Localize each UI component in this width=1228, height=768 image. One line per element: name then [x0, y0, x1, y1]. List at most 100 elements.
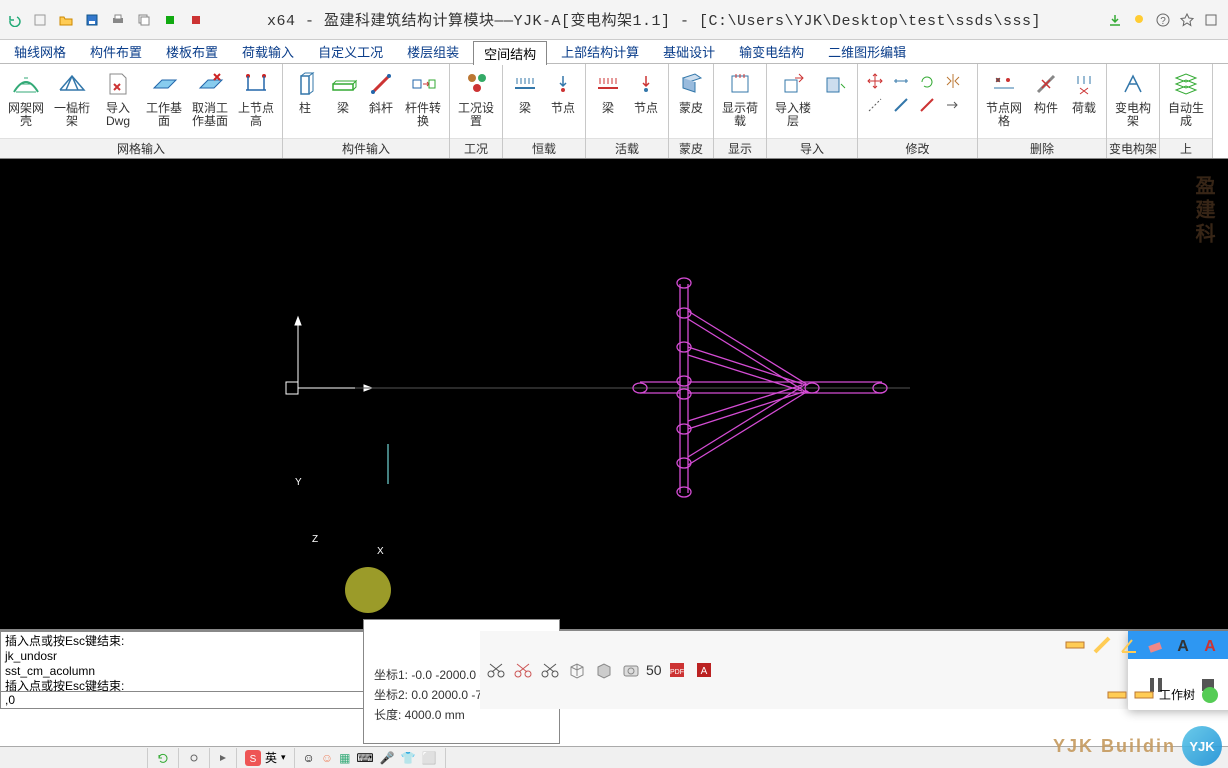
btn-beam[interactable]: 梁 [325, 66, 361, 117]
worktree-label[interactable]: 工作树 [1159, 689, 1195, 701]
pdf-number: 50 [646, 658, 662, 682]
ribbon-group-label: 工况 [450, 138, 502, 158]
angle-icon[interactable] [1117, 633, 1141, 657]
modify-arrow-icon[interactable] [942, 94, 964, 116]
status-refresh[interactable] [148, 748, 179, 768]
undo-icon[interactable] [6, 12, 22, 28]
tab-power-struct[interactable]: 输变电结构 [729, 40, 814, 63]
svg-text:?: ? [1160, 16, 1166, 27]
status-seg-1 [0, 748, 148, 768]
help-icon[interactable]: ? [1156, 13, 1170, 27]
tab-axis-grid[interactable]: 轴线网格 [4, 40, 76, 63]
cursor-indicator [345, 567, 391, 613]
btn-dead-node[interactable]: 节点 [545, 66, 581, 117]
copy-icon[interactable] [136, 12, 152, 28]
maximize-icon[interactable] [1204, 13, 1218, 27]
btn-show-load[interactable]: 显示荷载 [718, 66, 762, 130]
open-icon[interactable] [58, 12, 74, 28]
modify-dim-icon[interactable] [890, 70, 912, 92]
cube2-icon[interactable] [592, 658, 616, 682]
tab-load-input[interactable]: 荷载输入 [232, 40, 304, 63]
ribbon-group-label: 网格输入 [0, 138, 282, 158]
btn-convert[interactable]: 杆件转换 [401, 66, 445, 130]
btn-live-node[interactable]: 节点 [628, 66, 664, 117]
eraser-icon[interactable] [1144, 633, 1168, 657]
ruler1-icon[interactable] [1063, 633, 1087, 657]
modify-move-icon[interactable] [864, 70, 886, 92]
ribbon-group-label: 蒙皮 [669, 138, 713, 158]
tool-icon-2[interactable] [188, 12, 204, 28]
modify-line3-icon[interactable] [916, 94, 938, 116]
acad-icon[interactable]: A [692, 658, 716, 682]
ribbon-group-label: 显示 [714, 138, 766, 158]
btn-import-floor[interactable]: 导入楼层 [771, 66, 815, 130]
ribbon-group-label: 活载 [586, 138, 668, 158]
cube1-icon[interactable] [565, 658, 589, 682]
ime-indicator[interactable]: S 英▾ [237, 748, 295, 768]
btn-workplane[interactable]: 工作基面 [142, 66, 186, 130]
tab-custom-case[interactable]: 自定义工况 [308, 40, 393, 63]
scissors-icon[interactable] [484, 658, 508, 682]
tab-slab-layout[interactable]: 楼板布置 [156, 40, 228, 63]
ruler3-icon[interactable] [1105, 683, 1129, 707]
btn-del-member[interactable]: 构件 [1028, 66, 1064, 117]
btn-skin[interactable]: 蒙皮 [673, 66, 709, 117]
modify-rotate-icon[interactable] [916, 70, 938, 92]
ruler4-icon[interactable] [1132, 683, 1156, 707]
model-viewport[interactable]: Y X Z [0, 159, 1228, 629]
light-icon[interactable] [1132, 13, 1146, 27]
watermark-logo: YJK [1182, 726, 1222, 766]
ribbon-group-label: 变电构架 [1107, 138, 1159, 158]
btn-import-2[interactable] [817, 66, 853, 102]
btn-diagonal[interactable]: 斜杆 [363, 66, 399, 117]
btn-import-dwg[interactable]: 导入Dwg [96, 66, 140, 130]
btn-column[interactable]: 柱 [287, 66, 323, 117]
status-settings[interactable] [179, 748, 210, 768]
ime-tools[interactable]: ☺☺▦ ⌨🎤👕⬜ [295, 748, 446, 768]
ribbon-group-label: 构件输入 [283, 138, 449, 158]
modify-mirror-icon[interactable] [942, 70, 964, 92]
btn-del-nodegrid[interactable]: 节点网格 [982, 66, 1026, 130]
tab-member-layout[interactable]: 构件布置 [80, 40, 152, 63]
camera-icon[interactable] [619, 658, 643, 682]
btn-power-frame[interactable]: 变电构架 [1111, 66, 1155, 130]
tab-foundation[interactable]: 基础设计 [653, 40, 725, 63]
btn-cancel-workplane[interactable]: 取消工作基面 [188, 66, 232, 130]
print-icon[interactable] [110, 12, 126, 28]
tab-space-structure[interactable]: 空间结构 [473, 41, 547, 65]
star-icon[interactable] [1180, 13, 1194, 27]
btn-live-beam[interactable]: 梁 [590, 66, 626, 117]
tool-icon-1[interactable] [162, 12, 178, 28]
ribbon-group-skin: 蒙皮 蒙皮 [669, 64, 714, 158]
ribbon-group-case: 工况设置 工况 [450, 64, 503, 158]
scissors2-icon[interactable] [511, 658, 535, 682]
tab-floor-assemble[interactable]: 楼层组装 [397, 40, 469, 63]
brand-watermark: 盈建科 [1189, 175, 1218, 247]
ruler2-icon[interactable] [1090, 633, 1114, 657]
tab-2d-edit[interactable]: 二维图形编辑 [818, 40, 916, 63]
ribbon-group-import: 导入楼层 导入 [767, 64, 858, 158]
save-icon[interactable] [84, 12, 100, 28]
text-a2-icon[interactable]: A [1198, 633, 1222, 657]
btn-dead-beam[interactable]: 梁 [507, 66, 543, 117]
download-icon[interactable] [1108, 13, 1122, 27]
tab-upper-calc[interactable]: 上部结构计算 [551, 40, 649, 63]
modify-line2-icon[interactable] [890, 94, 912, 116]
new-icon[interactable] [32, 12, 48, 28]
text-a-icon[interactable]: A [1171, 633, 1195, 657]
btn-auto-gen[interactable]: 自动生成 [1164, 66, 1208, 130]
ribbon-group-label: 上 [1160, 138, 1212, 158]
modify-line1-icon[interactable] [864, 94, 886, 116]
btn-truss[interactable]: 一榀桁架 [50, 66, 94, 130]
btn-del-load[interactable]: 荷载 [1066, 66, 1102, 117]
ribbon-group-grid-input: 网架网壳 一榀桁架 导入Dwg 工作基面 取消工作基面 上节点高 网格输入 [0, 64, 283, 158]
menu-bar: 轴线网格 构件布置 楼板布置 荷载输入 自定义工况 楼层组装 空间结构 上部结构… [0, 40, 1228, 64]
ribbon-group-auto: 自动生成 上 [1160, 64, 1213, 158]
btn-case-setting[interactable]: 工况设置 [454, 66, 498, 130]
btn-top-node[interactable]: 上节点高 [234, 66, 278, 130]
pdf-icon[interactable]: PDF [665, 658, 689, 682]
scissors3-icon[interactable] [538, 658, 562, 682]
status-next[interactable] [210, 748, 237, 768]
layers-icon[interactable] [1198, 683, 1222, 707]
btn-netshell[interactable]: 网架网壳 [4, 66, 48, 130]
